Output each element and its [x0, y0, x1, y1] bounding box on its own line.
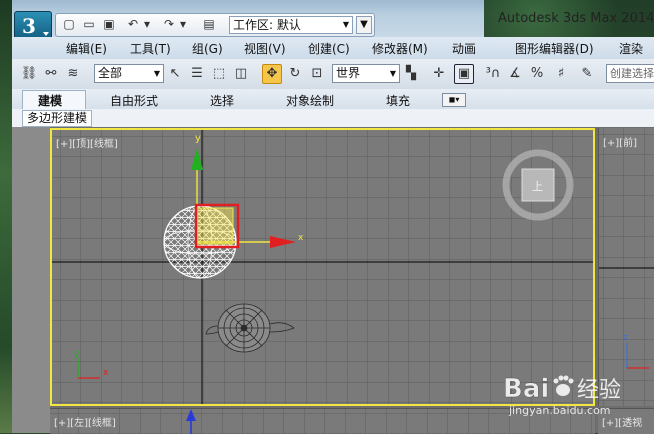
menu-group[interactable]: 组(G) — [192, 40, 223, 57]
tab-modeling[interactable]: 建模 — [38, 92, 62, 109]
menu-edit[interactable]: 编辑(E) — [66, 40, 107, 57]
app-title: Autodesk 3ds Max 2014 x — [498, 11, 654, 26]
tab-freeform[interactable]: 自由形式 — [110, 92, 158, 109]
app-logo-icon: 3 — [22, 14, 36, 38]
undo-dropdown-icon[interactable]: ▾ — [140, 17, 154, 31]
project-folder-icon[interactable]: ▤ — [202, 17, 216, 31]
top-viewport-canvas: y x 上 y x — [52, 130, 593, 404]
quick-access-toolbar: ▢ ▭ ▣ ↶ ▾ ↷ ▾ ▤ 工作区: 默认 ▼ ▼ — [55, 13, 375, 37]
link-icon[interactable]: ⛓ — [20, 65, 38, 83]
svg-text:经验: 经验 — [577, 378, 621, 403]
select-manipulate-icon[interactable]: ✛ — [430, 65, 448, 83]
selection-filter-value: 全部 — [98, 66, 123, 80]
named-selection-input[interactable]: 创建选择 — [606, 64, 654, 83]
spinner-snap-icon[interactable]: ♯ — [552, 65, 570, 83]
baidu-watermark: Bai 经验 — [503, 370, 623, 407]
select-by-name-icon[interactable]: ☰ — [188, 65, 206, 83]
viewport-left-label[interactable]: [+][左][线框] — [54, 414, 116, 429]
viewport-top[interactable]: y x 上 y x [+][顶][线框] — [50, 128, 595, 406]
bind-space-warp-icon[interactable]: ≋ — [64, 65, 82, 83]
selection-filter-select[interactable]: 全部 ▼ — [94, 64, 164, 83]
reference-coord-select[interactable]: 世界 ▼ — [332, 64, 400, 83]
keyboard-shortcut-override-icon[interactable]: ▣ — [454, 64, 474, 84]
tab-populate[interactable]: 填充 — [386, 92, 410, 109]
percent-snap-icon[interactable]: % — [528, 65, 546, 83]
front-z-label: z — [623, 333, 628, 343]
open-file-icon[interactable]: ▭ — [82, 17, 96, 31]
rect-selection-icon[interactable]: ⬚ — [210, 65, 228, 83]
unlink-icon[interactable]: ⚯ — [42, 65, 60, 83]
tab-selection[interactable]: 选择 — [210, 92, 234, 109]
named-selection-placeholder: 创建选择 — [610, 67, 654, 80]
ribbon-minimize-dropdown[interactable]: ◼▾ — [442, 93, 466, 107]
undo-icon[interactable]: ↶ — [126, 17, 140, 31]
chevron-down-icon — [43, 32, 49, 36]
workspace-select[interactable]: 工作区: 默认 ▼ — [229, 16, 353, 34]
menu-modifiers[interactable]: 修改器(M) — [372, 40, 428, 57]
menu-graph-editors[interactable]: 图形编辑器(D) — [515, 40, 594, 57]
watermark-url: jingyan.baidu.com — [509, 404, 611, 417]
front-viewport-canvas: z — [599, 128, 654, 406]
select-object-icon[interactable]: ↖ — [166, 65, 184, 83]
svg-text:Bai: Bai — [503, 374, 549, 404]
edit-named-selection-icon[interactable]: ✎ — [578, 65, 596, 83]
menu-tools[interactable]: 工具(T) — [130, 40, 171, 57]
save-icon[interactable]: ▣ — [102, 17, 116, 31]
ribbon: 建模 自由形式 选择 对象绘制 填充 ◼▾ — [12, 89, 654, 110]
workspace-label: 工作区: 默认 — [233, 18, 301, 32]
new-file-icon[interactable]: ▢ — [62, 17, 76, 31]
redo-dropdown-icon[interactable]: ▾ — [176, 17, 190, 31]
viewport-front[interactable]: z [+][前] — [598, 128, 654, 406]
ribbon-panel-bar: 多边形建模 — [12, 109, 654, 128]
window-crossing-icon[interactable]: ◫ — [232, 65, 250, 83]
select-and-move-icon[interactable]: ✥ — [262, 64, 282, 84]
viewport-left-gutter — [12, 127, 50, 433]
chevron-down-icon: ▼ — [389, 69, 396, 78]
reference-coord-value: 世界 — [336, 66, 361, 80]
tripod-y-label: y — [74, 349, 80, 359]
select-and-rotate-icon[interactable]: ↻ — [286, 65, 304, 83]
menu-views[interactable]: 视图(V) — [244, 40, 286, 57]
gizmo-x-label: x — [298, 233, 304, 243]
desktop-background — [0, 0, 12, 433]
menu-bar: 编辑(E) 工具(T) 组(G) 视图(V) 创建(C) 修改器(M) 动画 图… — [12, 37, 654, 60]
angle-snap-icon[interactable]: ∡ — [506, 65, 524, 83]
menu-animation[interactable]: 动画 — [452, 40, 476, 57]
polygon-modeling-panel[interactable]: 多边形建模 — [22, 110, 93, 127]
qat-customize-dropdown[interactable]: ▼ — [356, 16, 372, 34]
tripod-x-label: x — [103, 368, 109, 378]
gizmo-y-label: y — [195, 133, 201, 144]
viewcube-face-label: 上 — [532, 180, 543, 193]
main-toolbar: ⛓ ⚯ ≋ 全部 ▼ ↖ ☰ ⬚ ◫ ✥ ↻ ⊡ 世界 ▼ ▚ ✛ ▣ ³∩ ∡… — [12, 59, 654, 90]
snaps-toggle-icon[interactable]: ³∩ — [484, 65, 502, 83]
viewport-top-label[interactable]: [+][顶][线框] — [56, 135, 118, 150]
viewport-front-label[interactable]: [+][前] — [603, 134, 637, 149]
pivot-center-icon[interactable]: ▚ — [402, 65, 420, 83]
select-and-scale-icon[interactable]: ⊡ — [308, 65, 326, 83]
tab-object-paint[interactable]: 对象绘制 — [286, 92, 334, 109]
menu-create[interactable]: 创建(C) — [308, 40, 350, 57]
menu-rendering[interactable]: 渲染 — [619, 40, 643, 57]
redo-icon[interactable]: ↷ — [162, 17, 176, 31]
baidu-logo-icon: Bai 经验 — [503, 374, 621, 405]
chevron-down-icon: ▼ — [342, 20, 349, 29]
chevron-down-icon: ▼ — [153, 69, 160, 78]
